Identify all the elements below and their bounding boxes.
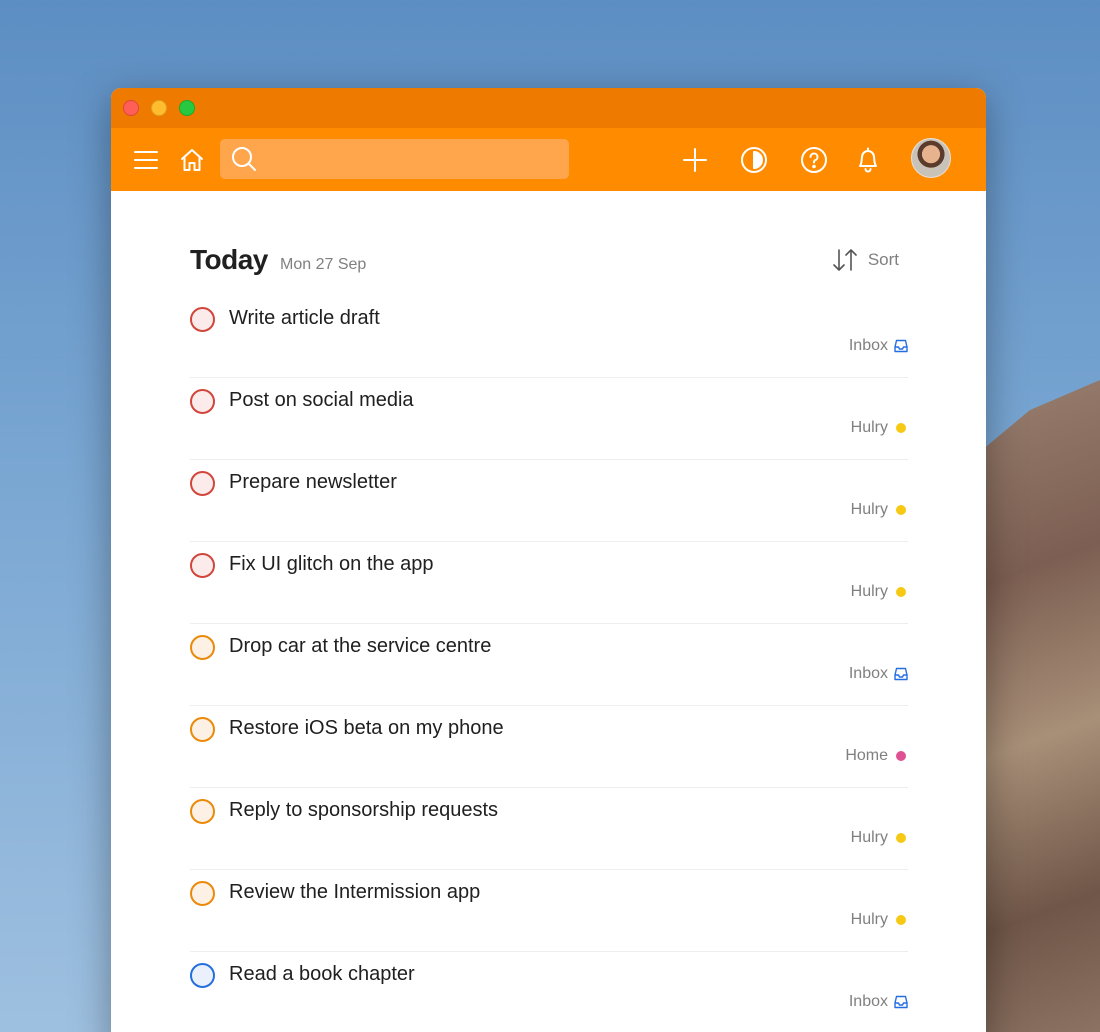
window-maximize-button[interactable]: [179, 100, 195, 116]
task-project-label[interactable]: Hulry: [851, 501, 908, 519]
bell-icon: [859, 147, 877, 172]
menu-button[interactable]: [131, 128, 161, 191]
inbox-icon: [894, 995, 908, 1009]
page-date: Mon 27 Sep: [280, 256, 367, 273]
task-complete-checkbox[interactable]: [190, 471, 215, 496]
task-project-label[interactable]: Hulry: [851, 419, 908, 437]
project-color-dot-icon: [896, 751, 906, 761]
top-toolbar: [111, 128, 986, 191]
task-row[interactable]: Fix UI glitch on the app Hulry: [190, 542, 908, 624]
task-title[interactable]: Drop car at the service centre: [229, 635, 491, 658]
search-icon: [230, 145, 258, 173]
project-name: Hulry: [850, 501, 888, 518]
task-complete-checkbox[interactable]: [190, 963, 215, 988]
title-bar: [111, 88, 986, 128]
task-project-label[interactable]: Hulry: [851, 583, 908, 601]
project-color-dot-icon: [896, 505, 906, 515]
project-name: Hulry: [850, 911, 888, 928]
task-row[interactable]: Prepare newsletter Hulry: [190, 460, 908, 542]
productivity-icon: [741, 146, 767, 173]
task-title[interactable]: Review the Intermission app: [229, 881, 480, 904]
task-row[interactable]: Reply to sponsorship requests Hulry: [190, 788, 908, 870]
task-row[interactable]: Review the Intermission app Hulry: [190, 870, 908, 952]
sort-button[interactable]: Sort: [832, 248, 899, 272]
task-complete-checkbox[interactable]: [190, 717, 215, 742]
task-title[interactable]: Prepare newsletter: [229, 471, 397, 494]
desktop-wallpaper-rock: [970, 380, 1100, 1032]
task-title[interactable]: Restore iOS beta on my phone: [229, 717, 504, 740]
task-complete-checkbox[interactable]: [190, 307, 215, 332]
home-icon: [181, 148, 203, 171]
add-task-button[interactable]: [679, 128, 711, 191]
task-project-label[interactable]: Home: [845, 747, 908, 765]
project-name: Inbox: [848, 337, 888, 354]
project-color-dot-icon: [896, 423, 906, 433]
sort-arrows-icon: [833, 249, 857, 271]
task-project-label[interactable]: Inbox: [849, 665, 908, 683]
task-list: Write article draft Inbox Post on social m…: [190, 296, 908, 1032]
task-title[interactable]: Post on social media: [229, 389, 414, 412]
task-row[interactable]: Write article draft Inbox: [190, 296, 908, 378]
task-complete-checkbox[interactable]: [190, 881, 215, 906]
task-row[interactable]: Restore iOS beta on my phone Home: [190, 706, 908, 788]
project-name: Home: [845, 747, 888, 764]
task-row[interactable]: Post on social media Hulry: [190, 378, 908, 460]
window-minimize-button[interactable]: [151, 100, 167, 116]
search-input[interactable]: [258, 139, 558, 179]
main-content: Today Mon 27 Sep Sort Write article draf…: [190, 191, 908, 1032]
task-title[interactable]: Write article draft: [229, 307, 380, 330]
task-complete-checkbox[interactable]: [190, 799, 215, 824]
project-name: Hulry: [850, 583, 888, 600]
help-button[interactable]: [798, 128, 830, 191]
project-name: Hulry: [850, 829, 888, 846]
plus-icon: [683, 147, 707, 172]
sort-label: Sort: [867, 250, 899, 269]
productivity-button[interactable]: [738, 128, 770, 191]
task-complete-checkbox[interactable]: [190, 553, 215, 578]
task-project-label[interactable]: Hulry: [851, 911, 908, 929]
project-color-dot-icon: [896, 915, 906, 925]
inbox-icon: [894, 667, 908, 681]
user-avatar[interactable]: [911, 138, 951, 178]
project-name: Inbox: [848, 993, 888, 1010]
view-header: Today Mon 27 Sep Sort: [190, 191, 908, 296]
hamburger-menu-icon: [134, 150, 158, 169]
project-color-dot-icon: [896, 833, 906, 843]
home-button[interactable]: [177, 128, 207, 191]
notifications-button[interactable]: [852, 128, 884, 191]
task-row[interactable]: Drop car at the service centre Inbox: [190, 624, 908, 706]
task-complete-checkbox[interactable]: [190, 635, 215, 660]
project-color-dot-icon: [896, 587, 906, 597]
app-window: Today Mon 27 Sep Sort Write article draf…: [111, 88, 986, 1032]
task-complete-checkbox[interactable]: [190, 389, 215, 414]
window-close-button[interactable]: [123, 100, 139, 116]
project-name: Hulry: [850, 419, 888, 436]
task-project-label[interactable]: Inbox: [849, 993, 908, 1011]
project-name: Inbox: [848, 665, 888, 682]
search-bar[interactable]: [220, 139, 569, 179]
task-title[interactable]: Reply to sponsorship requests: [229, 799, 498, 822]
help-question-icon: [801, 146, 827, 173]
task-title[interactable]: Fix UI glitch on the app: [229, 553, 434, 576]
page-title: Today: [190, 244, 268, 275]
inbox-icon: [894, 339, 908, 353]
task-project-label[interactable]: Hulry: [851, 829, 908, 847]
task-project-label[interactable]: Inbox: [849, 337, 908, 355]
task-title[interactable]: Read a book chapter: [229, 963, 415, 986]
task-row[interactable]: Read a book chapter Inbox: [190, 952, 908, 1032]
